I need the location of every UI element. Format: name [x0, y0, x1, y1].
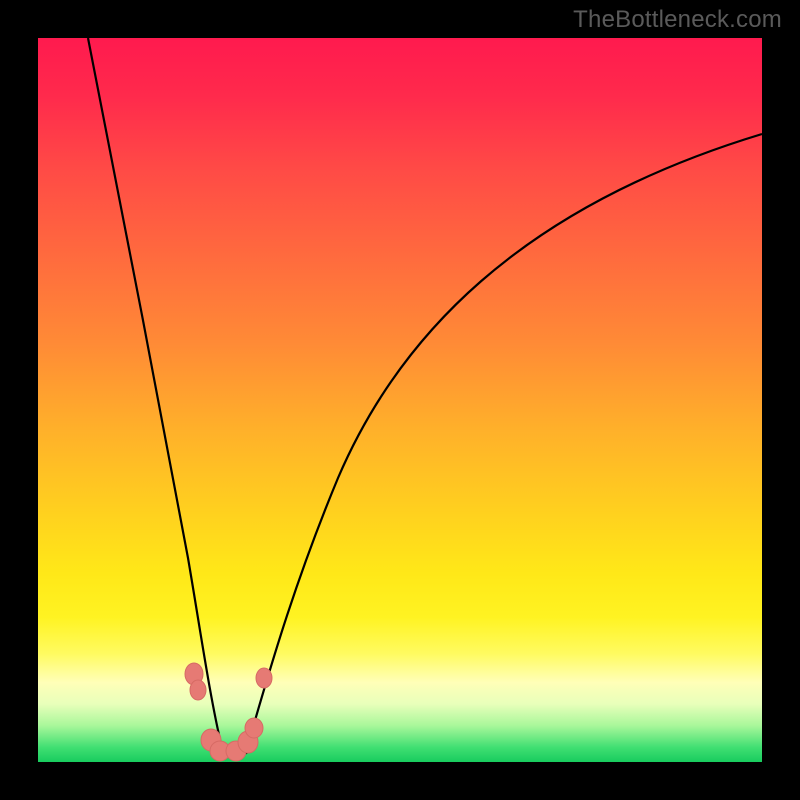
marker-group	[185, 663, 272, 761]
curve-left	[88, 38, 222, 748]
plot-area	[38, 38, 762, 762]
chart-frame: TheBottleneck.com	[0, 0, 800, 800]
curve-layer	[38, 38, 762, 762]
curve-right	[246, 134, 762, 751]
watermark-text: TheBottleneck.com	[573, 6, 782, 34]
